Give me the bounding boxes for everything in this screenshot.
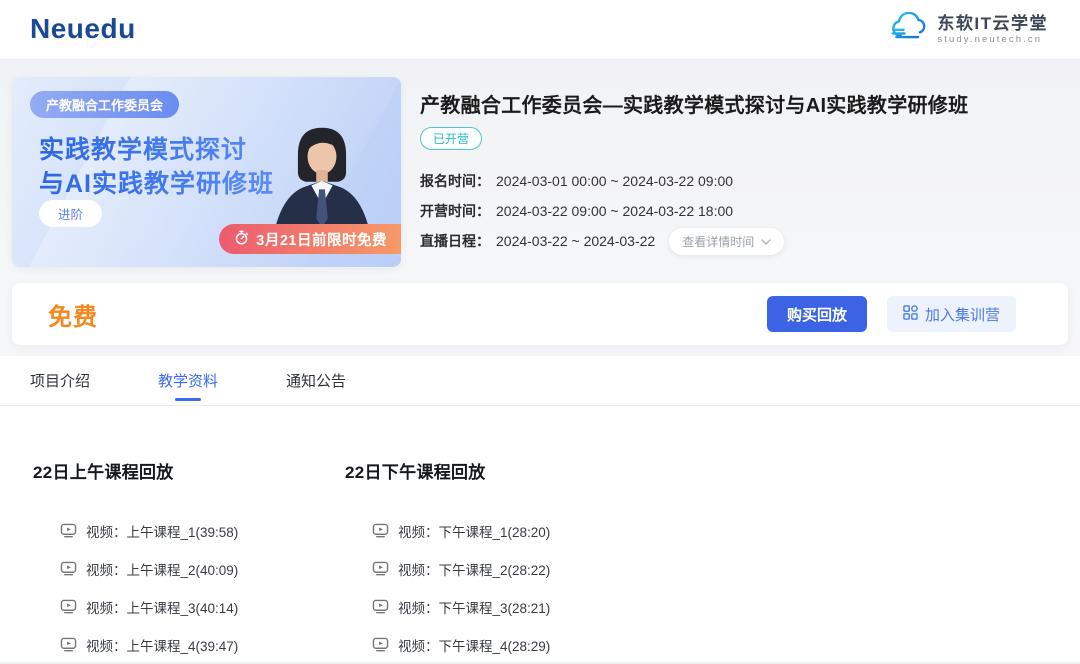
promo-ribbon: 3月21日前限时免费 <box>219 224 401 254</box>
section-heading: 22日上午课程回放 <box>33 458 345 483</box>
banner-title: 实践教学模式探讨 与AI实践教学研修班 <box>39 133 274 201</box>
section-heading: 22日下午课程回放 <box>345 458 657 483</box>
timer-icon <box>234 230 249 249</box>
brand-logo[interactable]: 东软IT云学堂 study.neutech.cn <box>889 12 1048 48</box>
course-info-panel: 产教融合工作委员会—实践教学模式探讨与AI实践教学研修班 已开营 报名时间： 2… <box>420 89 1060 261</box>
join-camp-label: 加入集训营 <box>925 304 1000 325</box>
video-list-afternoon: 视频：下午课程_1(28:20) 视频：下午课程_2(28:22) 视频：下午课… <box>345 512 657 664</box>
banner-title-line1: 实践教学模式探讨 <box>39 133 274 167</box>
video-label: 视频：上午课程_2(40:09) <box>86 559 238 579</box>
info-label: 直播日程： <box>420 231 490 251</box>
brand-name: 东软IT云学堂 <box>937 14 1048 34</box>
video-label: 视频：上午课程_4(39:47) <box>86 635 238 655</box>
video-item[interactable]: 视频：上午课程_1(39:58) <box>33 512 345 550</box>
view-schedule-label: 查看详情时间 <box>682 233 754 250</box>
main-content: 项目介绍 教学资料 通知公告 22日上午课程回放 视频：上午课程_1(39:58… <box>0 356 1080 662</box>
video-icon <box>60 560 77 579</box>
status-badge: 已开营 <box>420 127 482 150</box>
grid-icon <box>903 305 918 324</box>
course-banner: 产教融合工作委员会 实践教学模式探讨 与AI实践教学研修班 进阶 3月21日前限… <box>12 77 401 267</box>
buy-replay-button[interactable]: 购买回放 <box>767 296 867 332</box>
tab-bar: 项目介绍 教学资料 通知公告 <box>0 356 1080 406</box>
video-list-morning: 视频：上午课程_1(39:58) 视频：上午课程_2(40:09) 视频：上午课… <box>33 512 345 664</box>
video-label: 视频：上午课程_1(39:58) <box>86 521 238 541</box>
video-item[interactable]: 视频：下午课程_2(28:22) <box>345 550 657 588</box>
video-icon <box>60 522 77 541</box>
video-label: 视频：上午课程_3(40:14) <box>86 597 238 617</box>
section-afternoon: 22日下午课程回放 视频：下午课程_1(28:20) 视频：下午课程_2(28:… <box>345 458 657 664</box>
price-text: 免费 <box>48 297 98 332</box>
banner-title-line2: 与AI实践教学研修班 <box>39 167 274 201</box>
join-camp-button[interactable]: 加入集训营 <box>887 296 1016 332</box>
video-icon <box>372 560 389 579</box>
course-title: 产教融合工作委员会—实践教学模式探讨与AI实践教学研修班 <box>420 89 1060 118</box>
chevron-down-icon <box>761 234 771 248</box>
video-icon <box>372 522 389 541</box>
info-label: 报名时间： <box>420 171 490 191</box>
video-icon <box>60 598 77 617</box>
video-icon <box>372 636 389 655</box>
view-schedule-button[interactable]: 查看详情时间 <box>669 228 784 255</box>
tab-notices[interactable]: 通知公告 <box>286 370 346 391</box>
info-value: 2024-03-01 00:00 ~ 2024-03-22 09:00 <box>496 173 733 189</box>
info-row-signup: 报名时间： 2024-03-01 00:00 ~ 2024-03-22 09:0… <box>420 171 1060 191</box>
video-label: 视频：下午课程_4(28:29) <box>398 635 550 655</box>
neuedu-logo[interactable]: Neuedu <box>30 13 136 45</box>
video-item[interactable]: 视频：上午课程_2(40:09) <box>33 550 345 588</box>
top-header: Neuedu 东软IT云学堂 study.neutech.cn <box>0 0 1080 60</box>
video-icon <box>372 598 389 617</box>
section-morning: 22日上午课程回放 视频：上午课程_1(39:58) 视频：上午课程_2(40:… <box>33 458 345 664</box>
info-row-live: 直播日程： 2024-03-22 ~ 2024-03-22 查看详情时间 <box>420 231 1060 251</box>
info-row-camp: 开营时间： 2024-03-22 09:00 ~ 2024-03-22 18:0… <box>420 201 1060 221</box>
video-item[interactable]: 视频：上午课程_3(40:14) <box>33 588 345 626</box>
video-label: 视频：下午课程_3(28:21) <box>398 597 550 617</box>
video-label: 视频：下午课程_1(28:20) <box>398 521 550 541</box>
cloud-icon <box>889 12 929 48</box>
video-label: 视频：下午课程_2(28:22) <box>398 559 550 579</box>
tab-project-intro[interactable]: 项目介绍 <box>30 370 90 391</box>
info-label: 开营时间： <box>420 201 490 221</box>
info-value: 2024-03-22 09:00 ~ 2024-03-22 18:00 <box>496 203 733 219</box>
video-item[interactable]: 视频：下午课程_4(28:29) <box>345 626 657 664</box>
info-value: 2024-03-22 ~ 2024-03-22 <box>496 233 655 249</box>
banner-badge: 产教融合工作委员会 <box>30 91 179 118</box>
tab-teaching-materials[interactable]: 教学资料 <box>158 370 218 391</box>
video-item[interactable]: 视频：下午课程_1(28:20) <box>345 512 657 550</box>
video-item[interactable]: 视频：上午课程_4(39:47) <box>33 626 345 664</box>
video-icon <box>60 636 77 655</box>
price-bar: 免费 购买回放 加入集训营 <box>12 283 1068 345</box>
level-tag: 进阶 <box>39 200 102 227</box>
materials-columns: 22日上午课程回放 视频：上午课程_1(39:58) 视频：上午课程_2(40:… <box>0 458 1080 664</box>
brand-domain: study.neutech.cn <box>937 34 1048 46</box>
promo-text: 3月21日前限时免费 <box>256 229 387 250</box>
video-item[interactable]: 视频：下午课程_3(28:21) <box>345 588 657 626</box>
